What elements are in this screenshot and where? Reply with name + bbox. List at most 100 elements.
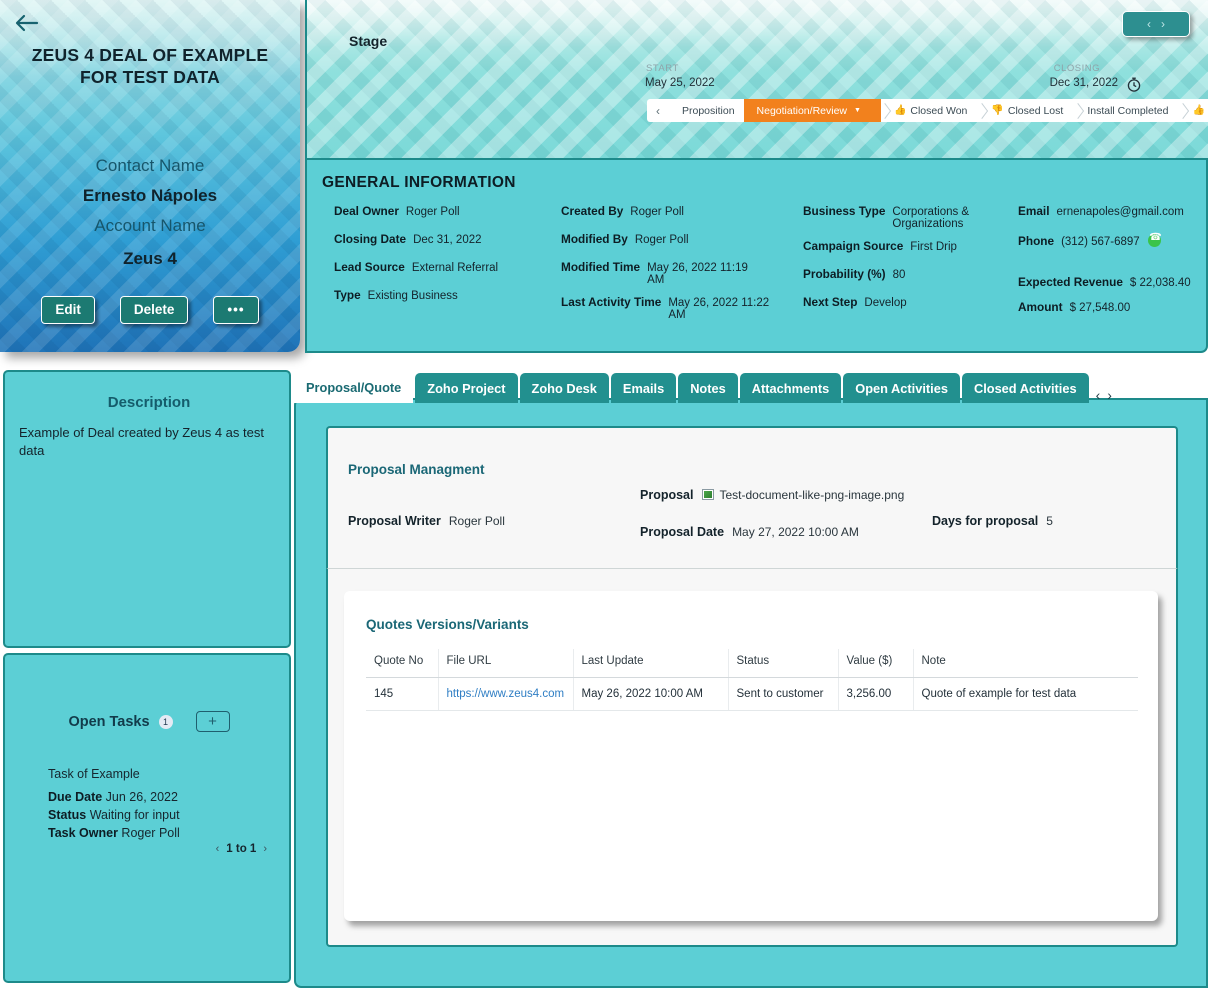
proposal-quote-content-panel: Proposal Managment Proposal Writer Roger… <box>294 398 1208 988</box>
field-label: Business Type <box>803 204 886 218</box>
stage-step-completed[interactable]: 👍 Completed <box>1179 99 1208 122</box>
field-label: Lead Source <box>334 260 405 274</box>
open-tasks-title: Open Tasks <box>68 713 150 730</box>
pager-range-label: 1 to 1 <box>226 843 257 855</box>
field-value: Waiting for input <box>89 808 180 822</box>
open-tasks-count-badge: 1 <box>158 714 173 729</box>
field-next-step: Next Step Develop <box>803 295 1018 309</box>
proposal-file-name[interactable]: Test-document-like-png-image.png <box>720 488 905 502</box>
field-phone: Phone (312) 567-6897 <box>1018 232 1203 248</box>
phone-call-icon[interactable] <box>1147 232 1162 247</box>
edit-button[interactable]: Edit <box>41 296 95 324</box>
field-value: Corporations & Organizations <box>892 206 970 230</box>
open-tasks-panel: Open Tasks 1 + Task of Example Due Date … <box>3 653 291 983</box>
cell-value: 3,256.00 <box>838 677 914 711</box>
field-label: Created By <box>561 204 624 218</box>
clock-icon <box>1126 76 1142 98</box>
general-info-column-2: Created By Roger Poll Modified By Roger … <box>561 204 801 330</box>
deal-hero-card: ZEUS 4 DEAL OF EXAMPLE FOR TEST DATA Con… <box>0 0 300 352</box>
quotes-card-wrapper: Quotes Versions/Variants Quote No File U… <box>326 568 1178 947</box>
tab-emails[interactable]: Emails <box>610 373 677 403</box>
more-actions-button[interactable]: ••• <box>213 296 259 324</box>
tab-proposal-quote[interactable]: Proposal/Quote <box>294 371 414 403</box>
next-record-icon[interactable]: › <box>1161 17 1165 31</box>
field-business-type: Business Type Corporations & Organizatio… <box>803 204 1018 230</box>
back-arrow-icon[interactable] <box>12 10 42 36</box>
tab-open-activities[interactable]: Open Activities <box>843 373 960 403</box>
field-value[interactable]: (312) 567-6897 <box>1061 236 1140 248</box>
field-value: $ 27,548.00 <box>1069 302 1131 314</box>
proposal-management-card: Proposal Managment Proposal Writer Roger… <box>326 426 1178 568</box>
field-label: Amount <box>1018 300 1063 314</box>
tabs-prev-icon[interactable]: ‹ <box>1096 387 1101 403</box>
field-days-for-proposal: Days for proposal 5 <box>932 514 1053 528</box>
tab-zoho-project[interactable]: Zoho Project <box>415 373 518 403</box>
closing-label: CLOSING <box>1053 63 1100 74</box>
stage-step-proposition[interactable]: Proposition <box>669 99 746 122</box>
table-row[interactable]: 145 https://www.zeus4.com May 26, 2022 1… <box>366 677 1138 711</box>
field-label: Proposal <box>640 488 694 502</box>
field-label: Days for proposal <box>932 514 1039 528</box>
tab-zoho-desk[interactable]: Zoho Desk <box>519 373 609 403</box>
stage-heading: Stage <box>349 33 388 49</box>
quotes-title: Quotes Versions/Variants <box>366 617 529 632</box>
tabs-scroll-controls: ‹ › <box>1096 387 1112 403</box>
field-label: Status <box>48 808 87 822</box>
stage-step-closed-lost[interactable]: 👎 Closed Lost <box>978 99 1075 122</box>
pager-prev-icon[interactable]: ‹ <box>216 843 220 855</box>
field-probability: Probability (%) 80 <box>803 267 1018 281</box>
cell-last-update: May 26, 2022 10:00 AM <box>573 677 729 711</box>
stage-step-negotiation-review[interactable]: Negotiation/Review ▼ <box>743 99 893 122</box>
field-lead-source: Lead Source External Referral <box>334 260 559 274</box>
stage-step-closed-won[interactable]: 👍 Closed Won <box>880 99 979 122</box>
field-expected-revenue: Expected Revenue $ 22,038.40 <box>1018 275 1203 289</box>
add-task-button[interactable]: + <box>195 711 230 732</box>
field-label: Next Step <box>803 295 858 309</box>
pipeline-prev-button[interactable]: ‹ <box>647 99 669 122</box>
delete-button[interactable]: Delete <box>119 296 189 324</box>
field-value: Roger Poll <box>634 234 689 246</box>
quotes-table: Quote No File URL Last Update Status Val… <box>366 649 1138 711</box>
field-value[interactable]: ernenapoles@gmail.com <box>1056 206 1183 218</box>
field-value: Existing Business <box>367 290 458 302</box>
proposal-management-title: Proposal Managment <box>348 462 485 477</box>
field-proposal-file: Proposal Test-document-like-png-image.pn… <box>640 488 904 502</box>
start-date-value: May 25, 2022 <box>645 77 715 89</box>
closing-date-value: Dec 31, 2022 <box>1049 77 1118 89</box>
contact-name-value[interactable]: Ernesto Nápoles <box>0 186 300 206</box>
field-label: Modified By <box>561 232 628 246</box>
field-modified-by: Modified By Roger Poll <box>561 232 801 246</box>
task-status: Status Waiting for input <box>48 808 180 822</box>
deal-title: ZEUS 4 DEAL OF EXAMPLE FOR TEST DATA <box>31 45 269 88</box>
previous-record-icon[interactable]: ‹ <box>1147 17 1151 31</box>
cell-file-url: https://www.zeus4.com <box>438 677 574 711</box>
thumbs-up-icon: 👍 <box>1192 105 1205 116</box>
record-navigation-buttons[interactable]: ‹ › <box>1122 11 1190 37</box>
quote-file-url-link[interactable]: https://www.zeus4.com <box>447 688 565 700</box>
field-value: Roger Poll <box>121 826 180 840</box>
cell-note: Quote of example for test data <box>913 677 1138 711</box>
general-info-column-1: Deal Owner Roger Poll Closing Date Dec 3… <box>334 204 559 316</box>
field-label: Campaign Source <box>803 239 904 253</box>
tab-notes[interactable]: Notes <box>678 373 738 403</box>
column-header-status: Status <box>728 649 839 678</box>
contact-name-label: Contact Name <box>95 156 205 175</box>
field-amount: Amount $ 27,548.00 <box>1018 300 1203 314</box>
field-value: May 26, 2022 11:22 AM <box>668 297 770 321</box>
field-campaign-source: Campaign Source First Drip <box>803 239 1018 253</box>
field-value: Jun 26, 2022 <box>105 790 178 804</box>
pager-next-icon[interactable]: › <box>263 843 267 855</box>
task-name[interactable]: Task of Example <box>48 767 140 781</box>
field-value: 80 <box>892 269 906 281</box>
stage-pipeline: ‹ Proposition Negotiation/Review ▼ 👍 Clo… <box>647 99 1208 122</box>
field-created-by: Created By Roger Poll <box>561 204 801 218</box>
tab-closed-activities[interactable]: Closed Activities <box>961 373 1089 403</box>
field-value: Dec 31, 2022 <box>413 234 482 246</box>
tabs-next-icon[interactable]: › <box>1107 387 1112 403</box>
stage-step-install-completed[interactable]: Install Completed <box>1074 99 1180 122</box>
field-value[interactable]: Roger Poll <box>406 206 460 218</box>
tab-attachments[interactable]: Attachments <box>739 373 842 403</box>
account-name-value[interactable]: Zeus 4 <box>0 249 300 269</box>
stage-step-label: Install Completed <box>1087 104 1169 117</box>
task-due-date: Due Date Jun 26, 2022 <box>48 790 180 804</box>
